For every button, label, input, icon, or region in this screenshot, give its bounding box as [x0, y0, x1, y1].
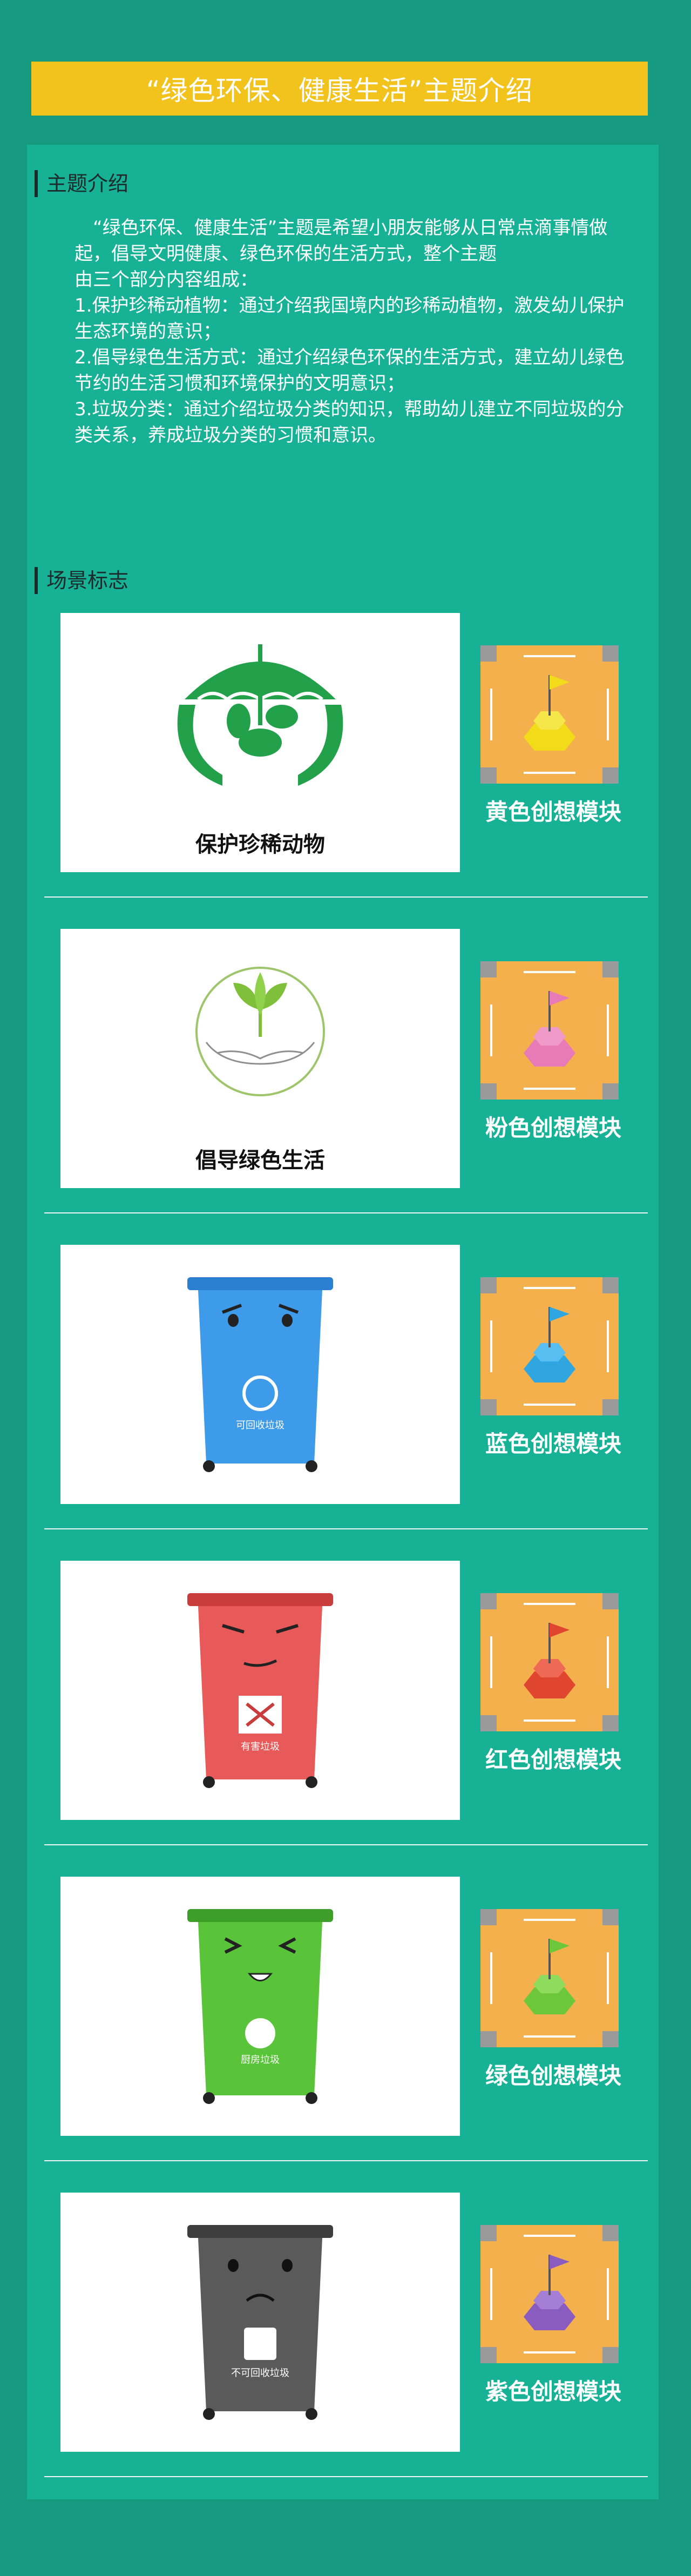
scene-card: 厨房垃圾	[60, 1877, 460, 2136]
scene-row: 有害垃圾 红色创想模块	[27, 1558, 659, 1874]
divider	[44, 1844, 648, 1845]
scenes-heading: 场景标志	[35, 567, 128, 594]
red-module-icon	[480, 1593, 619, 1731]
card-label: 倡导绿色生活	[195, 1148, 325, 1173]
hazardous-bin-icon: 有害垃圾	[187, 1593, 333, 1788]
blue-module-icon	[480, 1277, 619, 1415]
bin-text: 有害垃圾	[241, 1741, 280, 1752]
module-label: 红色创想模块	[485, 1746, 621, 1773]
scene-card: 可回收垃圾	[60, 1245, 460, 1504]
bin-text: 厨房垃圾	[241, 2054, 280, 2066]
scene-row: 倡导绿色生活 粉色创想模块	[27, 926, 659, 1242]
yellow-module-icon	[480, 645, 619, 784]
intro-paragraph: 由三个部分内容组成：	[74, 269, 258, 291]
module-label: 紫色创想模块	[485, 2378, 621, 2405]
page-title: “绿色环保、健康生活”主题介绍	[31, 62, 648, 116]
recyclable-bin-icon: 可回收垃圾	[187, 1277, 333, 1472]
green-module-icon	[480, 1909, 619, 2047]
card-label: 保护珍稀动物	[195, 832, 325, 857]
kitchen-bin-icon: 厨房垃圾	[187, 1909, 333, 2104]
bin-text: 可回收垃圾	[236, 1420, 284, 1431]
divider	[44, 1528, 648, 1529]
intro-list-item: 2.倡导绿色生活方式：通过介绍绿色环保的生活方式，建立幼儿绿色节约的生活习惯和环…	[74, 347, 625, 394]
purple-module-icon	[480, 2225, 619, 2363]
divider	[44, 2160, 648, 2161]
divider	[44, 1212, 648, 1213]
intro-list-item: 3.垃圾分类：通过介绍垃圾分类的知识，帮助幼儿建立不同垃圾的分类关系，养成垃圾分…	[74, 399, 625, 446]
divider	[44, 896, 648, 898]
module-label: 绿色创想模块	[485, 2062, 621, 2089]
scene-row: 厨房垃圾 绿色创想模块	[27, 1874, 659, 2190]
scene-card: 有害垃圾	[60, 1561, 460, 1820]
scene-row: 不可回收垃圾 紫色创想模块	[27, 2190, 659, 2506]
module-label: 黄色创想模块	[485, 799, 621, 825]
scene-row: 可回收垃圾 蓝色创想模块	[27, 1242, 659, 1558]
green-life-logo-icon	[195, 967, 325, 1096]
pink-module-icon	[480, 961, 619, 1100]
intro-list-item: 1.保护珍稀动植物：通过介绍我国境内的珍稀动植物，激发幼儿保护生态环境的意识；	[74, 295, 625, 342]
animal-protection-logo-icon	[177, 644, 343, 786]
bin-text: 不可回收垃圾	[231, 2368, 289, 2379]
module-label: 蓝色创想模块	[485, 1431, 621, 1457]
intro-heading: 主题介绍	[35, 170, 128, 197]
non-recyclable-bin-icon: 不可回收垃圾	[187, 2225, 333, 2420]
scene-card: 倡导绿色生活	[60, 929, 460, 1188]
intro-paragraph: “绿色环保、健康生活”主题是希望小朋友能够从日常点滴事情做起，倡导文明健康、绿色…	[74, 217, 608, 265]
scene-row: 保护珍稀动物 黄色创想模块	[27, 610, 659, 926]
scene-card: 保护珍稀动物	[60, 613, 460, 872]
intro-text: “绿色环保、健康生活”主题是希望小朋友能够从日常点滴事情做起，倡导文明健康、绿色…	[74, 215, 625, 448]
divider	[44, 2476, 648, 2477]
module-label: 粉色创想模块	[485, 1115, 621, 1141]
scene-card: 不可回收垃圾	[60, 2193, 460, 2452]
page: “绿色环保、健康生活”主题介绍 主题介绍 “绿色环保、健康生活”主题是希望小朋友…	[0, 0, 691, 2576]
